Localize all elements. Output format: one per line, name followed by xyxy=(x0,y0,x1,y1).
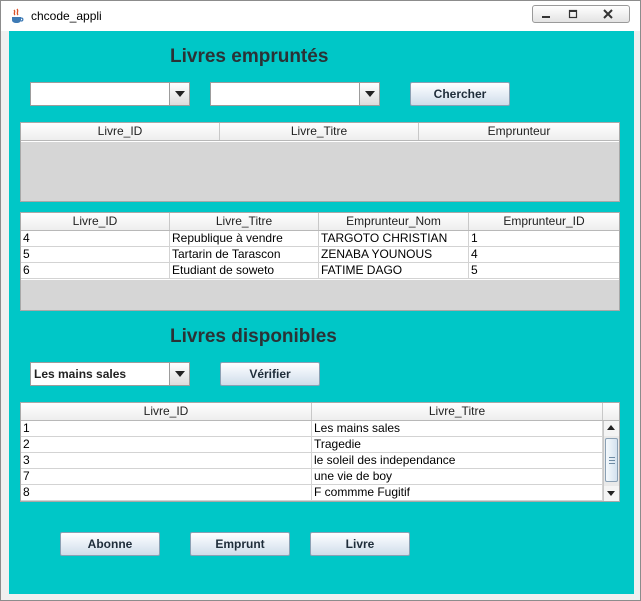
vertical-scrollbar[interactable] xyxy=(603,421,619,501)
scrollbar-thumb[interactable] xyxy=(605,438,618,482)
column-header-livre-id[interactable]: Livre_ID xyxy=(21,213,170,230)
cell-emprunteur-id: 1 xyxy=(471,231,478,245)
table-header: Livre_ID Livre_Titre Emprunteur xyxy=(21,123,619,141)
cell-emprunteur-id: 4 xyxy=(471,247,478,261)
available-books-table[interactable]: Livre_ID Livre_Titre 1 Les mains sales 2… xyxy=(20,402,620,502)
table-empty-area xyxy=(21,142,619,201)
java-icon xyxy=(12,8,24,23)
borrowed-filter-combo-1[interactable] xyxy=(30,82,190,106)
cell-livre-titre: Les mains sales xyxy=(312,421,603,436)
window-title: chcode_appli xyxy=(31,9,102,23)
table-row[interactable]: 7 une vie de boy xyxy=(21,469,619,485)
available-heading: Livres disponibles xyxy=(170,326,337,347)
chevron-down-icon[interactable] xyxy=(169,363,189,385)
cell-livre-id: 6 xyxy=(21,263,170,278)
cell-emprunteur-nom: FATIME DAGO xyxy=(319,263,469,278)
search-button[interactable]: Chercher xyxy=(410,82,510,106)
cell-livre-titre: Tragedie xyxy=(312,437,603,452)
available-book-combo-value: Les mains sales xyxy=(34,367,127,381)
chevron-down-icon[interactable] xyxy=(359,83,379,105)
main-panel: Livres empruntés Chercher Livre_ID Livre… xyxy=(9,31,634,594)
table-row[interactable]: 3 le soleil des independance xyxy=(21,453,619,469)
table-row[interactable]: 1 Les mains sales xyxy=(21,421,619,437)
livre-button[interactable]: Livre xyxy=(310,532,410,556)
cell-livre-id: 3 xyxy=(21,453,312,468)
table-row[interactable]: 4 Republique à vendre TARGOTO CHRISTIAN … xyxy=(21,231,619,247)
column-header-emprunteur-nom[interactable]: Emprunteur_Nom xyxy=(319,213,469,230)
maximize-button[interactable] xyxy=(559,5,587,23)
minimize-icon xyxy=(542,16,550,18)
chevron-down-icon[interactable] xyxy=(169,83,189,105)
borrowed-results-table[interactable]: Livre_ID Livre_Titre Emprunteur_Nom Empr… xyxy=(20,212,620,311)
cell-livre-titre: F commme Fugitif xyxy=(312,485,603,500)
close-icon xyxy=(602,9,613,19)
borrowed-heading: Livres empruntés xyxy=(170,46,329,67)
borrowed-filter-combo-2[interactable] xyxy=(210,82,380,106)
column-header-livre-id[interactable]: Livre_ID xyxy=(21,403,312,420)
column-header-livre-titre[interactable]: Livre_Titre xyxy=(312,403,603,420)
cell-livre-titre: Etudiant de soweto xyxy=(170,263,319,278)
column-header-emprunteur-id[interactable]: Emprunteur_ID xyxy=(469,213,619,230)
cell-livre-id: 2 xyxy=(21,437,312,452)
abonne-button[interactable]: Abonne xyxy=(60,532,160,556)
column-header-livre-titre[interactable]: Livre_Titre xyxy=(170,213,319,230)
table-row[interactable]: 2 Tragedie xyxy=(21,437,619,453)
available-book-combo[interactable]: Les mains sales xyxy=(30,362,190,386)
table-header: Livre_ID Livre_Titre Emprunteur_Nom Empr… xyxy=(21,213,619,231)
cell-livre-titre: Tartarin de Tarascon xyxy=(170,247,319,262)
cell-emprunteur-nom: TARGOTO CHRISTIAN xyxy=(319,231,469,246)
maximize-icon xyxy=(568,9,577,19)
table-header: Livre_ID Livre_Titre xyxy=(21,403,619,421)
cell-livre-titre: Republique à vendre xyxy=(170,231,319,246)
table-empty-area xyxy=(21,280,619,310)
cell-emprunteur-nom: ZENABA YOUNOUS xyxy=(319,247,469,262)
column-header-livre-titre[interactable]: Livre_Titre xyxy=(220,123,419,140)
scroll-up-icon[interactable] xyxy=(604,421,619,436)
table-row[interactable]: 8 F commme Fugitif xyxy=(21,485,619,501)
scroll-down-icon[interactable] xyxy=(604,486,619,501)
cell-livre-titre: une vie de boy xyxy=(312,469,603,484)
cell-livre-id: 4 xyxy=(21,231,170,246)
cell-emprunteur-id: 5 xyxy=(471,263,478,277)
borrowed-search-table[interactable]: Livre_ID Livre_Titre Emprunteur xyxy=(20,122,620,202)
close-button[interactable] xyxy=(586,5,630,23)
minimize-button[interactable] xyxy=(532,5,560,23)
column-header-emprunteur[interactable]: Emprunteur xyxy=(419,123,619,140)
emprunt-button[interactable]: Emprunt xyxy=(190,532,290,556)
cell-livre-id: 5 xyxy=(21,247,170,262)
title-bar[interactable]: chcode_appli xyxy=(1,1,640,31)
cell-livre-id: 8 xyxy=(21,485,312,500)
verify-button[interactable]: Vérifier xyxy=(220,362,320,386)
cell-livre-titre: le soleil des independance xyxy=(312,453,603,468)
table-row[interactable]: 5 Tartarin de Tarascon ZENABA YOUNOUS 4 xyxy=(21,247,619,263)
cell-livre-id: 7 xyxy=(21,469,312,484)
app-window: chcode_appli Livres empruntés Chercher L… xyxy=(0,0,641,601)
table-row[interactable]: 6 Etudiant de soweto FATIME DAGO 5 xyxy=(21,263,619,279)
cell-livre-id: 1 xyxy=(21,421,312,436)
column-header-livre-id[interactable]: Livre_ID xyxy=(21,123,220,140)
